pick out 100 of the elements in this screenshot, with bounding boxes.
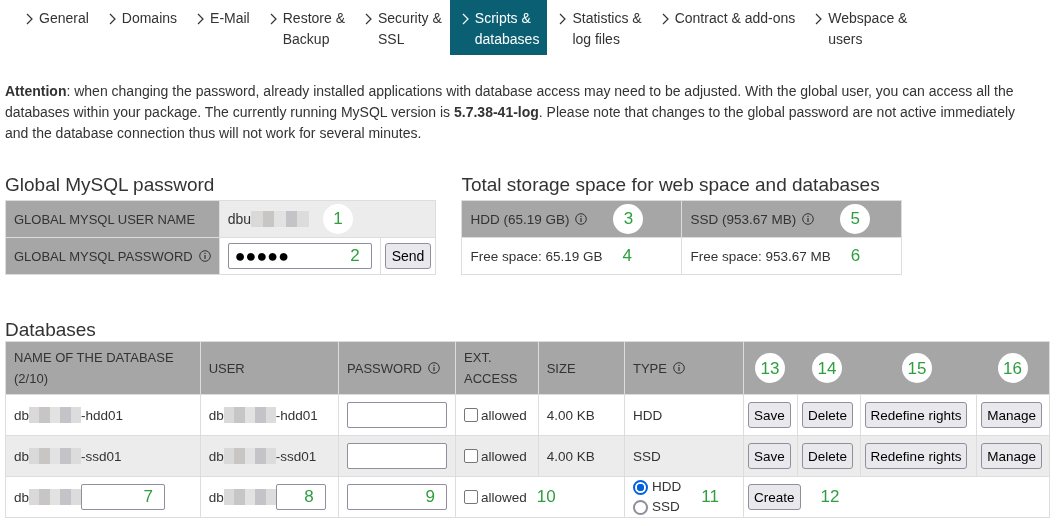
- redaction-block: [29, 407, 82, 423]
- chevron-icon: [661, 13, 669, 25]
- chevron-icon: [269, 13, 277, 25]
- annotation-number: 14: [812, 353, 842, 383]
- checkbox[interactable]: [464, 408, 479, 422]
- delete-button[interactable]: Delete: [802, 402, 854, 428]
- annotation-number: 15: [902, 353, 932, 383]
- checkbox-label: allowed: [481, 448, 527, 464]
- user-name: db: [208, 448, 224, 464]
- redaction-block: [251, 211, 310, 227]
- chevron-icon: [197, 13, 205, 25]
- field-label: GLOBAL MYSQL PASSWORD: [14, 248, 193, 264]
- user-name: -hdd01: [275, 407, 318, 423]
- section-title: Global MySQL password: [5, 174, 216, 196]
- user-name-value: dbu: [227, 211, 252, 227]
- column-header: SIZE: [546, 359, 576, 378]
- field-label: GLOBAL MYSQL USER NAME: [5, 200, 220, 238]
- manage-button[interactable]: Manage: [981, 443, 1042, 469]
- column-header: EXT. ACCESS: [464, 349, 519, 388]
- column-header: HDD (65.19 GB): [470, 211, 570, 227]
- size-value: 4.00 KB: [538, 435, 625, 477]
- chevron-icon: [559, 13, 567, 25]
- chevron-icon: [365, 13, 372, 25]
- radio-label: SSD: [652, 498, 680, 516]
- nav-tab[interactable]: Domains: [96, 0, 186, 55]
- name-field[interactable]: [81, 484, 166, 510]
- chevron-icon: [108, 13, 116, 25]
- nav-tab[interactable]: Restore & Backup: [257, 0, 353, 55]
- radio-button[interactable]: [633, 479, 648, 495]
- attention-notice: Attention: when changing the password, already installed applications with database access may need to be adjusted. With the global user, you can access all the databases within your package. The currently running MySQL version is 5.7.38-41-log. Please note that changes to the global password are not active immediately and the database connection thus will not work for several minutes.: [5, 82, 1017, 143]
- nav-tab[interactable]: Scripts & databases: [449, 0, 548, 55]
- annotation-number: 13: [755, 353, 785, 383]
- annotation-number: 3: [613, 204, 644, 234]
- annotation-number: 6: [850, 246, 861, 266]
- annotation-number: 12: [820, 487, 840, 507]
- free-space-value: Free space: 953.67 MB: [690, 248, 831, 264]
- redefine-rights-button[interactable]: Redefine rights: [864, 443, 968, 469]
- nav-tab[interactable]: Security & SSL: [353, 0, 450, 55]
- delete-button[interactable]: Delete: [802, 443, 854, 469]
- annotation-number: 7: [143, 487, 154, 507]
- database-name: db: [14, 448, 30, 464]
- manage-button[interactable]: Manage: [981, 402, 1042, 428]
- radio-label: HDD: [652, 478, 682, 496]
- column-header: SSD (953.67 MB): [690, 211, 797, 227]
- user-name: db: [208, 407, 224, 423]
- database-name: db: [14, 407, 30, 423]
- nav-tab[interactable]: General: [14, 0, 97, 55]
- section-title: Total storage space for web space and databases: [461, 174, 881, 196]
- annotation-number: 9: [425, 487, 436, 507]
- redefine-rights-button[interactable]: Redefine rights: [864, 402, 968, 428]
- chevron-icon: [26, 13, 33, 25]
- user-name: db: [208, 489, 224, 505]
- annotation-number: 1: [323, 204, 354, 234]
- free-space-value: Free space: 65.19 GB: [470, 248, 603, 264]
- nav-tab[interactable]: E-Mail: [185, 0, 258, 55]
- column-header: PASSWORD: [347, 359, 422, 378]
- user-name: -ssd01: [275, 448, 317, 464]
- annotation-number: 16: [997, 353, 1028, 383]
- password-field[interactable]: [347, 402, 448, 428]
- nav-tab[interactable]: Webspace & users: [803, 0, 916, 55]
- column-header: TYPE: [633, 359, 667, 378]
- info-icon[interactable]: [802, 213, 815, 225]
- annotation-number: 2: [350, 246, 360, 266]
- annotation-number: 8: [304, 487, 314, 507]
- annotation-number: 11: [701, 487, 719, 507]
- password-field[interactable]: [347, 484, 448, 510]
- nav-tab[interactable]: Statistics & log files: [547, 0, 650, 55]
- checkbox-label: allowed: [481, 407, 527, 423]
- save-button[interactable]: Save: [748, 443, 791, 469]
- radio-button[interactable]: [633, 499, 648, 515]
- info-icon[interactable]: [198, 250, 211, 262]
- info-icon[interactable]: [672, 362, 685, 374]
- checkbox[interactable]: [464, 449, 479, 463]
- send-button[interactable]: Send: [384, 243, 432, 269]
- redaction-block: [223, 489, 276, 505]
- redaction-block: [223, 407, 276, 423]
- user-field[interactable]: [275, 484, 326, 510]
- database-name: db: [14, 489, 30, 505]
- create-button[interactable]: Create: [748, 484, 801, 510]
- column-header: USER: [208, 359, 245, 378]
- password-field[interactable]: [347, 443, 448, 469]
- column-header: NAME OF THE DATABASE (2/10): [14, 349, 175, 388]
- info-icon[interactable]: [427, 362, 440, 374]
- nav-tab[interactable]: Contract & add-ons: [649, 0, 804, 55]
- checkbox[interactable]: [464, 490, 479, 504]
- redaction-block: [29, 448, 82, 464]
- chevron-icon: [461, 13, 469, 25]
- database-name: -hdd01: [81, 407, 124, 423]
- annotation-number: 10: [536, 487, 556, 507]
- database-name: -ssd01: [81, 448, 122, 464]
- chevron-icon: [815, 13, 823, 25]
- checkbox-label: allowed: [481, 489, 527, 505]
- annotation-number: 5: [840, 204, 871, 234]
- info-icon[interactable]: [575, 213, 588, 225]
- redaction-block: [223, 448, 276, 464]
- save-button[interactable]: Save: [748, 402, 791, 428]
- type-value: SSD: [624, 435, 744, 477]
- annotation-number: 4: [622, 246, 632, 266]
- redaction-block: [29, 489, 82, 505]
- section-title: Databases: [5, 319, 97, 341]
